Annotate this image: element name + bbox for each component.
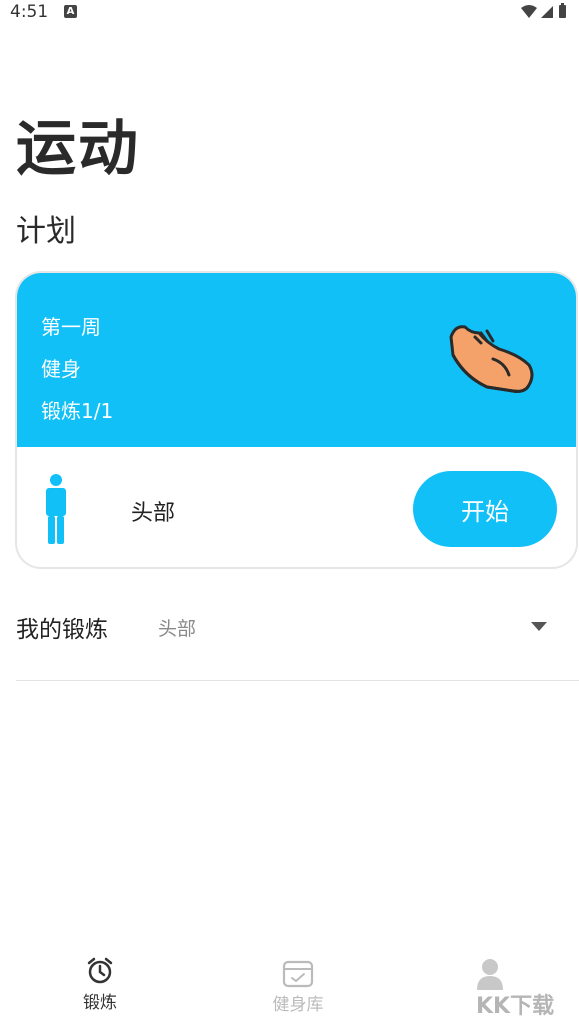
page-title: 运动: [16, 114, 140, 184]
running-shoe-icon: [449, 325, 534, 393]
user-icon: [477, 959, 503, 990]
nav-label-library: 健身库: [272, 995, 324, 1015]
chevron-down-icon[interactable]: [531, 622, 547, 631]
my-exercise-label: 我的锻炼: [16, 617, 108, 643]
plan-type: 健身: [41, 357, 81, 381]
plan-card[interactable]: 第一周 健身 锻炼1/1 头部 开始: [15, 271, 578, 569]
nav-label-exercise: 锻炼: [83, 993, 117, 1013]
body-part-dropdown[interactable]: 头部: [158, 614, 196, 641]
nav-item-library[interactable]: 健身库: [238, 956, 358, 1015]
person-icon: [46, 474, 66, 544]
calendar-check-icon: [282, 960, 314, 988]
status-time: 4:51: [10, 2, 49, 22]
wifi-signal-battery-icon: [521, 3, 566, 18]
plan-progress: 锻炼1/1: [41, 399, 114, 423]
alarm-clock-icon: [87, 957, 113, 984]
plan-card-header: 第一周 健身 锻炼1/1: [17, 273, 576, 447]
start-button[interactable]: 开始: [413, 471, 557, 547]
notification-icon: A: [64, 5, 77, 18]
section-title: 计划: [16, 214, 76, 249]
nav-item-profile[interactable]: [430, 956, 550, 992]
watermark: KK下载: [476, 994, 555, 1019]
status-icons: [519, 3, 569, 25]
divider: [16, 680, 579, 681]
status-bar: 4:51 A: [0, 0, 579, 26]
plan-week: 第一周: [41, 315, 101, 339]
body-part-label: 头部: [131, 501, 176, 526]
nav-item-exercise[interactable]: 锻炼: [40, 956, 160, 1013]
